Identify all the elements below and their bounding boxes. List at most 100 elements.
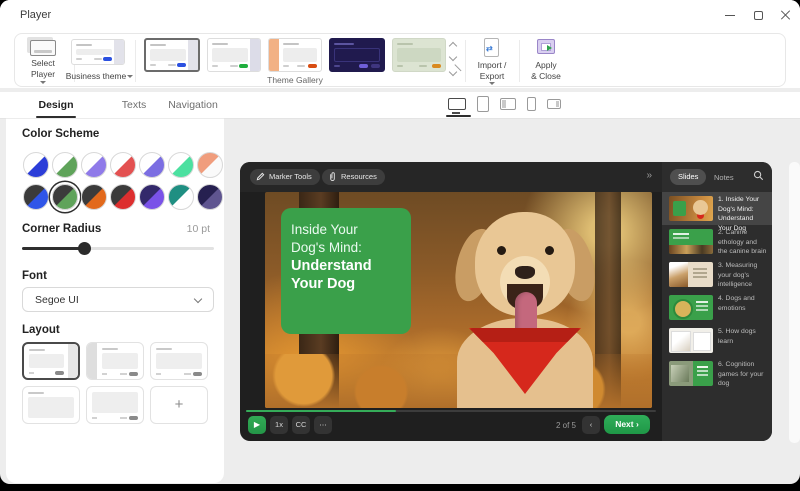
- layout-art: [129, 416, 138, 420]
- layout-option-sidebar-right-selected[interactable]: [22, 342, 80, 380]
- sidebar-tab-notes[interactable]: Notes: [714, 173, 734, 182]
- corner-radius-slider[interactable]: [22, 247, 214, 250]
- color-swatch[interactable]: [81, 152, 107, 178]
- desktop-icon[interactable]: [448, 98, 466, 110]
- color-swatch[interactable]: [23, 152, 49, 178]
- business-theme-selector[interactable]: Business theme: [67, 34, 131, 88]
- slide-list-item[interactable]: 1. Inside Your Dog's Mind: Understand Yo…: [662, 192, 772, 225]
- gallery-expand-icon[interactable]: [449, 68, 457, 76]
- captions-button[interactable]: CC: [292, 416, 310, 434]
- tab-texts[interactable]: Texts: [106, 92, 162, 118]
- color-swatch[interactable]: [23, 184, 49, 210]
- thumb-footer: [334, 65, 340, 68]
- resources-button[interactable]: Resources: [322, 169, 385, 185]
- thumb-content: [76, 49, 112, 55]
- play-button[interactable]: ▶: [248, 416, 266, 434]
- slide-label: 2. Canine ethology and the canine brain: [718, 228, 768, 257]
- collapse-sidebar-icon[interactable]: »: [646, 170, 652, 181]
- color-swatch[interactable]: [197, 184, 223, 210]
- gallery-scroll-down-icon[interactable]: [449, 53, 457, 61]
- thumb-header: [397, 43, 413, 45]
- thumb-footer: [419, 65, 427, 68]
- sidebar-tab-slides[interactable]: Slides: [670, 169, 706, 185]
- font-select[interactable]: Segoe UI: [22, 287, 214, 312]
- theme-thumbnail[interactable]: [329, 38, 385, 72]
- tab-navigation[interactable]: Navigation: [162, 92, 224, 118]
- color-swatch-selected[interactable]: [52, 184, 78, 210]
- layout-option-controls-only[interactable]: [86, 386, 144, 424]
- layout-art: [29, 354, 64, 368]
- search-icon[interactable]: [753, 170, 764, 181]
- marker-tools-button[interactable]: Marker Tools: [250, 169, 320, 185]
- minimize-button[interactable]: [716, 0, 744, 30]
- thumb-header: [212, 43, 228, 45]
- thumb-accent-pill: [308, 64, 317, 68]
- more-options-button[interactable]: ⋯: [314, 416, 332, 434]
- previous-slide-button[interactable]: ‹: [582, 416, 600, 434]
- phone-landscape-icon[interactable]: [547, 99, 561, 109]
- thumb-sidebar-strip: [188, 40, 198, 70]
- thumb-accent-pill: [359, 64, 368, 68]
- color-swatch[interactable]: [52, 152, 78, 178]
- color-swatch[interactable]: [110, 184, 136, 210]
- arrows-glyph: ⇄: [486, 44, 493, 53]
- tab-design[interactable]: Design: [6, 92, 106, 118]
- color-swatch[interactable]: [110, 152, 136, 178]
- vertical-scrollbar[interactable]: [789, 162, 800, 443]
- slider-thumb[interactable]: [78, 242, 91, 255]
- slide-list-item[interactable]: 6. Cognition games for your dog: [662, 357, 772, 390]
- playback-progress-bar[interactable]: [246, 410, 656, 412]
- thumb-accent-pill: [371, 64, 380, 68]
- color-swatch[interactable]: [139, 152, 165, 178]
- color-swatch[interactable]: [168, 184, 194, 210]
- thumb-accent-pill: [432, 64, 441, 68]
- thumb-accent-pill: [177, 63, 186, 67]
- slide-thumbnail: [669, 229, 713, 254]
- business-theme-caret-icon: [127, 75, 133, 78]
- layout-art: [184, 373, 191, 376]
- slide-thumbnail: [669, 295, 713, 320]
- corner-radius-value: 10 pt: [187, 223, 210, 235]
- gallery-scroll-up-icon[interactable]: [449, 42, 457, 50]
- next-slide-button[interactable]: Next ›: [604, 415, 650, 434]
- dog-nose: [515, 266, 535, 279]
- slide-counter: 2 of 5: [536, 421, 576, 430]
- theme-thumbnail[interactable]: [392, 38, 446, 72]
- phone-portrait-icon[interactable]: [527, 97, 536, 111]
- slide-list-item[interactable]: 2. Canine ethology and the canine brain: [662, 225, 772, 258]
- theme-thumbnail[interactable]: [268, 38, 322, 72]
- slide-list-item[interactable]: 4. Dogs and emotions: [662, 291, 772, 324]
- font-value: Segoe UI: [35, 294, 79, 306]
- color-swatch[interactable]: [81, 184, 107, 210]
- layout-art: [92, 392, 138, 413]
- close-icon: [781, 10, 791, 20]
- slide-label: 6. Cognition games for your dog: [718, 360, 768, 389]
- slide-list-item[interactable]: 5. How dogs learn: [662, 324, 772, 357]
- thumb-header: [334, 43, 354, 45]
- playback-speed-button[interactable]: 1x: [270, 416, 288, 434]
- theme-thumbnail[interactable]: [207, 38, 261, 72]
- thumb-sidebar-strip: [250, 39, 260, 71]
- tablet-landscape-icon[interactable]: [500, 98, 516, 110]
- slide-thumbnail: [669, 196, 713, 221]
- import-export-button[interactable]: ⇄ Import / Export: [467, 34, 517, 88]
- color-swatch[interactable]: [139, 184, 165, 210]
- slide-title-card: Inside Your Dog's Mind: Understand Your …: [281, 208, 411, 334]
- slide-list-item[interactable]: 3. Measuring your dog's intelligence: [662, 258, 772, 291]
- layout-option-no-sidebar[interactable]: [150, 342, 208, 380]
- layout-add-button[interactable]: +: [150, 386, 208, 424]
- maximize-button[interactable]: [744, 0, 772, 30]
- ribbon: Select Player Business theme: [14, 33, 786, 87]
- theme-thumbnail-selected[interactable]: [144, 38, 200, 72]
- tablet-portrait-icon[interactable]: [477, 96, 489, 112]
- layout-option-sidebar-left[interactable]: [86, 342, 144, 380]
- apply-close-icon: [537, 39, 555, 54]
- thumb-content: [397, 48, 441, 62]
- import-export-icon: ⇄: [484, 38, 499, 57]
- color-swatch[interactable]: [168, 152, 194, 178]
- close-button[interactable]: [772, 0, 800, 30]
- color-swatch[interactable]: [197, 152, 223, 178]
- layout-option-title-only[interactable]: [22, 386, 80, 424]
- apply-close-button[interactable]: Apply & Close: [521, 34, 571, 88]
- thumb-accent-pill: [103, 57, 112, 61]
